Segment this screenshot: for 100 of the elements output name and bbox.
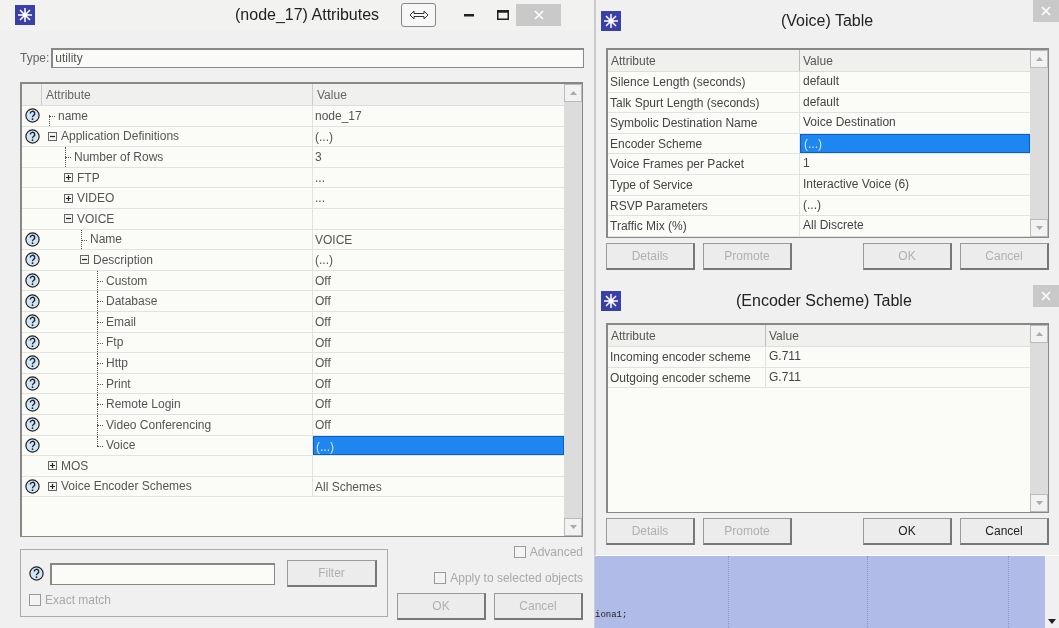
column-header[interactable]: Attribute [608,50,800,71]
attribute-name: Video Conferencing [106,416,212,434]
attribute-name: Incoming encoder scheme [608,347,766,367]
star-logo-icon [15,5,35,25]
column-header[interactable]: Value [766,325,1030,346]
value-cell[interactable]: (...) [313,126,564,147]
star-logo-icon [601,11,621,31]
type-field[interactable]: utility [51,48,584,68]
tree-row[interactable]: VOICE [22,208,564,230]
attribute-name: Application Definitions [61,128,180,146]
value-cell[interactable]: default [800,72,1030,92]
attribute-name: FTP [77,169,100,187]
value-cell[interactable]: (...) [313,250,564,270]
tree-row[interactable]: VIDEO ... [22,188,564,209]
scrollbar[interactable] [1030,325,1048,512]
window-title: (node_17) Attributes [235,5,380,25]
scroll-down-icon[interactable] [1048,619,1056,624]
maximize-icon [497,10,510,20]
value-cell[interactable]: G.711 [766,367,1030,388]
value-cell[interactable]: All Discrete [800,216,1030,236]
dialog-button[interactable]: Cancel [960,518,1049,545]
value-cell[interactable]: Voice Destination [800,113,1030,133]
attribute-name: Voice [106,437,136,455]
tree-row[interactable]: Number of Rows 3 [22,147,564,168]
expand-icon[interactable] [64,193,73,203]
value-cell[interactable]: Off [313,373,564,394]
code-text: iona1; [595,608,628,622]
attribute-name: Name [90,231,122,249]
value-cell[interactable]: Interactive Voice (6) [800,174,1030,195]
value-cell[interactable]: Off [313,332,564,353]
scrollbar[interactable] [564,84,582,536]
value-cell[interactable]: ... [313,188,564,208]
attribute-name: Type of Service [608,174,800,195]
close-button[interactable] [1033,285,1059,307]
filter-field[interactable] [50,562,275,585]
collapse-icon[interactable] [64,214,73,224]
value-cell[interactable]: VOICE [313,229,564,250]
column-header[interactable]: Value [313,84,564,105]
attribute-name: VOICE [77,210,115,228]
checkbox-label: Advanced [529,544,583,561]
scroll-up-icon[interactable] [1035,332,1043,336]
value-cell[interactable]: 1 [800,154,1030,174]
dialog-button[interactable]: OK [863,518,952,545]
expand-icon[interactable] [64,173,73,183]
column-header[interactable]: Value [800,50,1030,71]
attribute-name: VIDEO [77,190,115,208]
value-cell[interactable]: Off [313,311,564,332]
value-cell[interactable]: 3 [313,147,564,167]
value-cell[interactable]: Off [313,291,564,311]
expand-icon[interactable] [48,461,57,471]
scroll-up-icon[interactable] [1035,57,1043,61]
attribute-name: Symbolic Destination Name [608,113,800,133]
window-title: (Voice) Table [781,11,874,31]
attribute-name: Http [106,354,128,372]
value-cell[interactable]: ... [313,167,564,188]
value-cell[interactable]: G.711 [766,347,1030,367]
swap-button[interactable] [401,3,437,27]
attribute-name: MOS [61,457,89,475]
attribute-name: Silence Length (seconds) [608,72,800,92]
value-cell[interactable]: Off [313,270,564,291]
attribute-name: Traffic Mix (%) [608,216,800,236]
attribute-name: Voice Frames per Packet [608,154,800,174]
scrollbar[interactable] [1030,50,1048,237]
help-icon [29,566,44,581]
attribute-name: Talk Spurt Length (seconds) [608,92,800,113]
tree-row[interactable]: MOS [22,456,564,477]
value-cell[interactable]: (...) [800,195,1030,216]
scrollbar[interactable] [1045,556,1059,628]
value-cell[interactable]: All Schemes [313,476,564,497]
attribute-name: Custom [106,272,148,290]
attribute-name: Outgoing encoder scheme [608,367,766,388]
attribute-name: name [58,107,89,125]
column-header[interactable]: Attribute [608,325,766,346]
close-button[interactable] [1033,0,1059,22]
checkbox-label: Apply to selected objects [450,570,583,587]
attribute-name: RSVP Parameters [608,195,800,216]
double-arrow-icon [408,10,429,20]
collapse-icon[interactable] [48,131,57,141]
close-icon [533,10,544,20]
scroll-up-icon[interactable] [569,91,577,95]
attribute-name: Description [93,251,154,269]
close-icon [1041,6,1051,16]
attribute-name: Database [106,293,158,311]
value-cell[interactable]: node_17 [313,106,564,126]
value-cell[interactable]: Off [313,394,564,414]
value-cell[interactable]: Off [313,414,564,435]
attribute-name: Email [106,313,136,331]
expand-icon[interactable] [48,482,57,491]
window-title: (Encoder Scheme) Table [736,291,912,311]
attribute-name: Voice Encoder Schemes [61,478,192,496]
attribute-name: Ftp [106,334,124,352]
type-label: Type: [20,50,50,67]
value-cell[interactable]: Off [313,353,564,373]
minimize-icon [464,13,475,17]
attribute-name: Number of Rows [74,149,164,166]
star-logo-icon [601,291,621,311]
column-header[interactable]: Attribute [42,84,313,105]
value-cell[interactable]: default [800,92,1030,113]
tree-row[interactable]: FTP ... [22,167,564,189]
collapse-icon[interactable] [80,255,89,265]
